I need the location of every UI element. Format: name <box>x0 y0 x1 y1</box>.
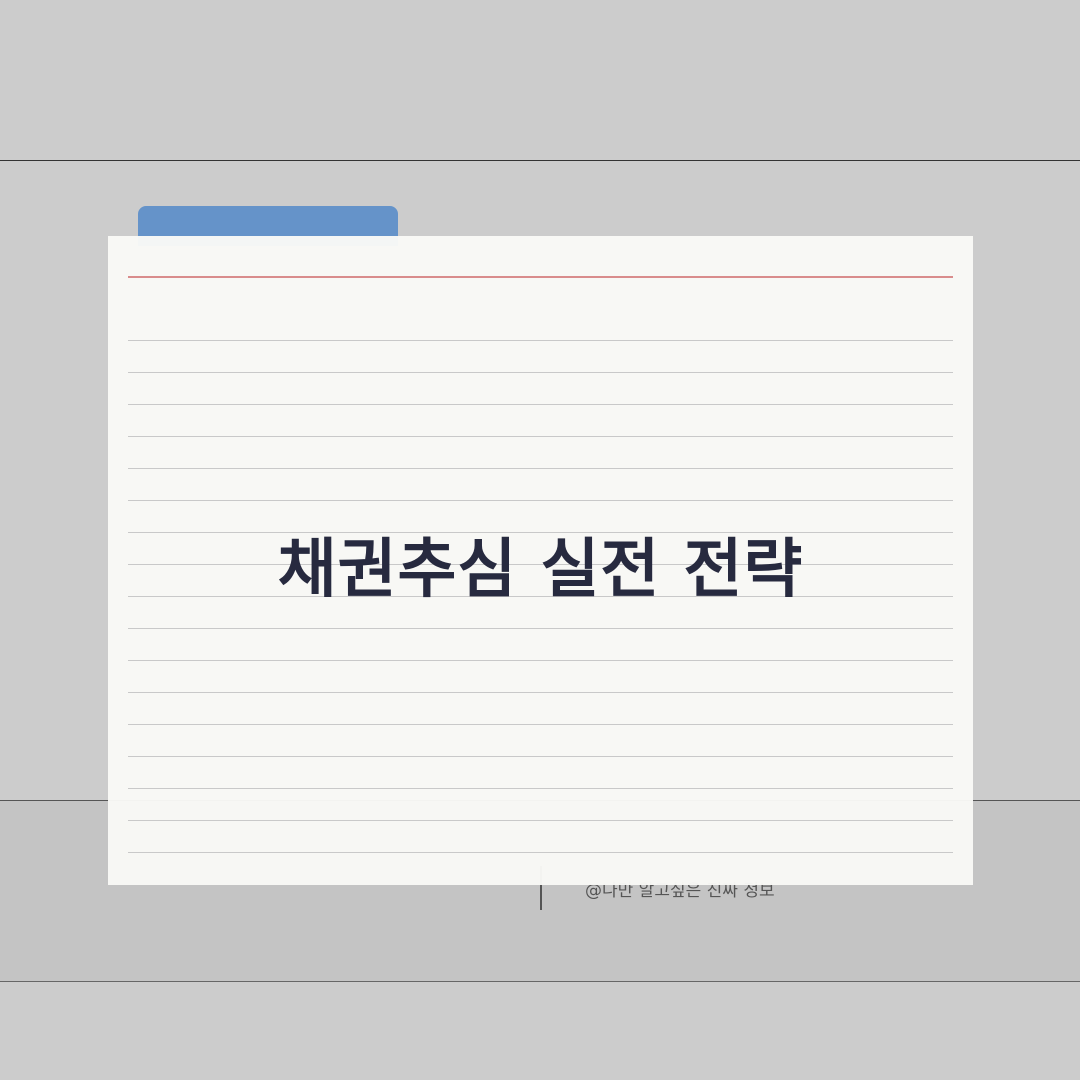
top-divider-line <box>0 160 1080 161</box>
thumbnail-canvas: @나만 알고싶은 진짜 정보 채권추심 실전 전략 <box>0 0 1080 1080</box>
notebook-paper-card: 채권추심 실전 전략 <box>108 236 973 885</box>
red-margin-rule <box>128 276 953 278</box>
card-title: 채권추심 실전 전략 <box>277 533 804 607</box>
bottom-divider-line <box>0 981 1080 982</box>
